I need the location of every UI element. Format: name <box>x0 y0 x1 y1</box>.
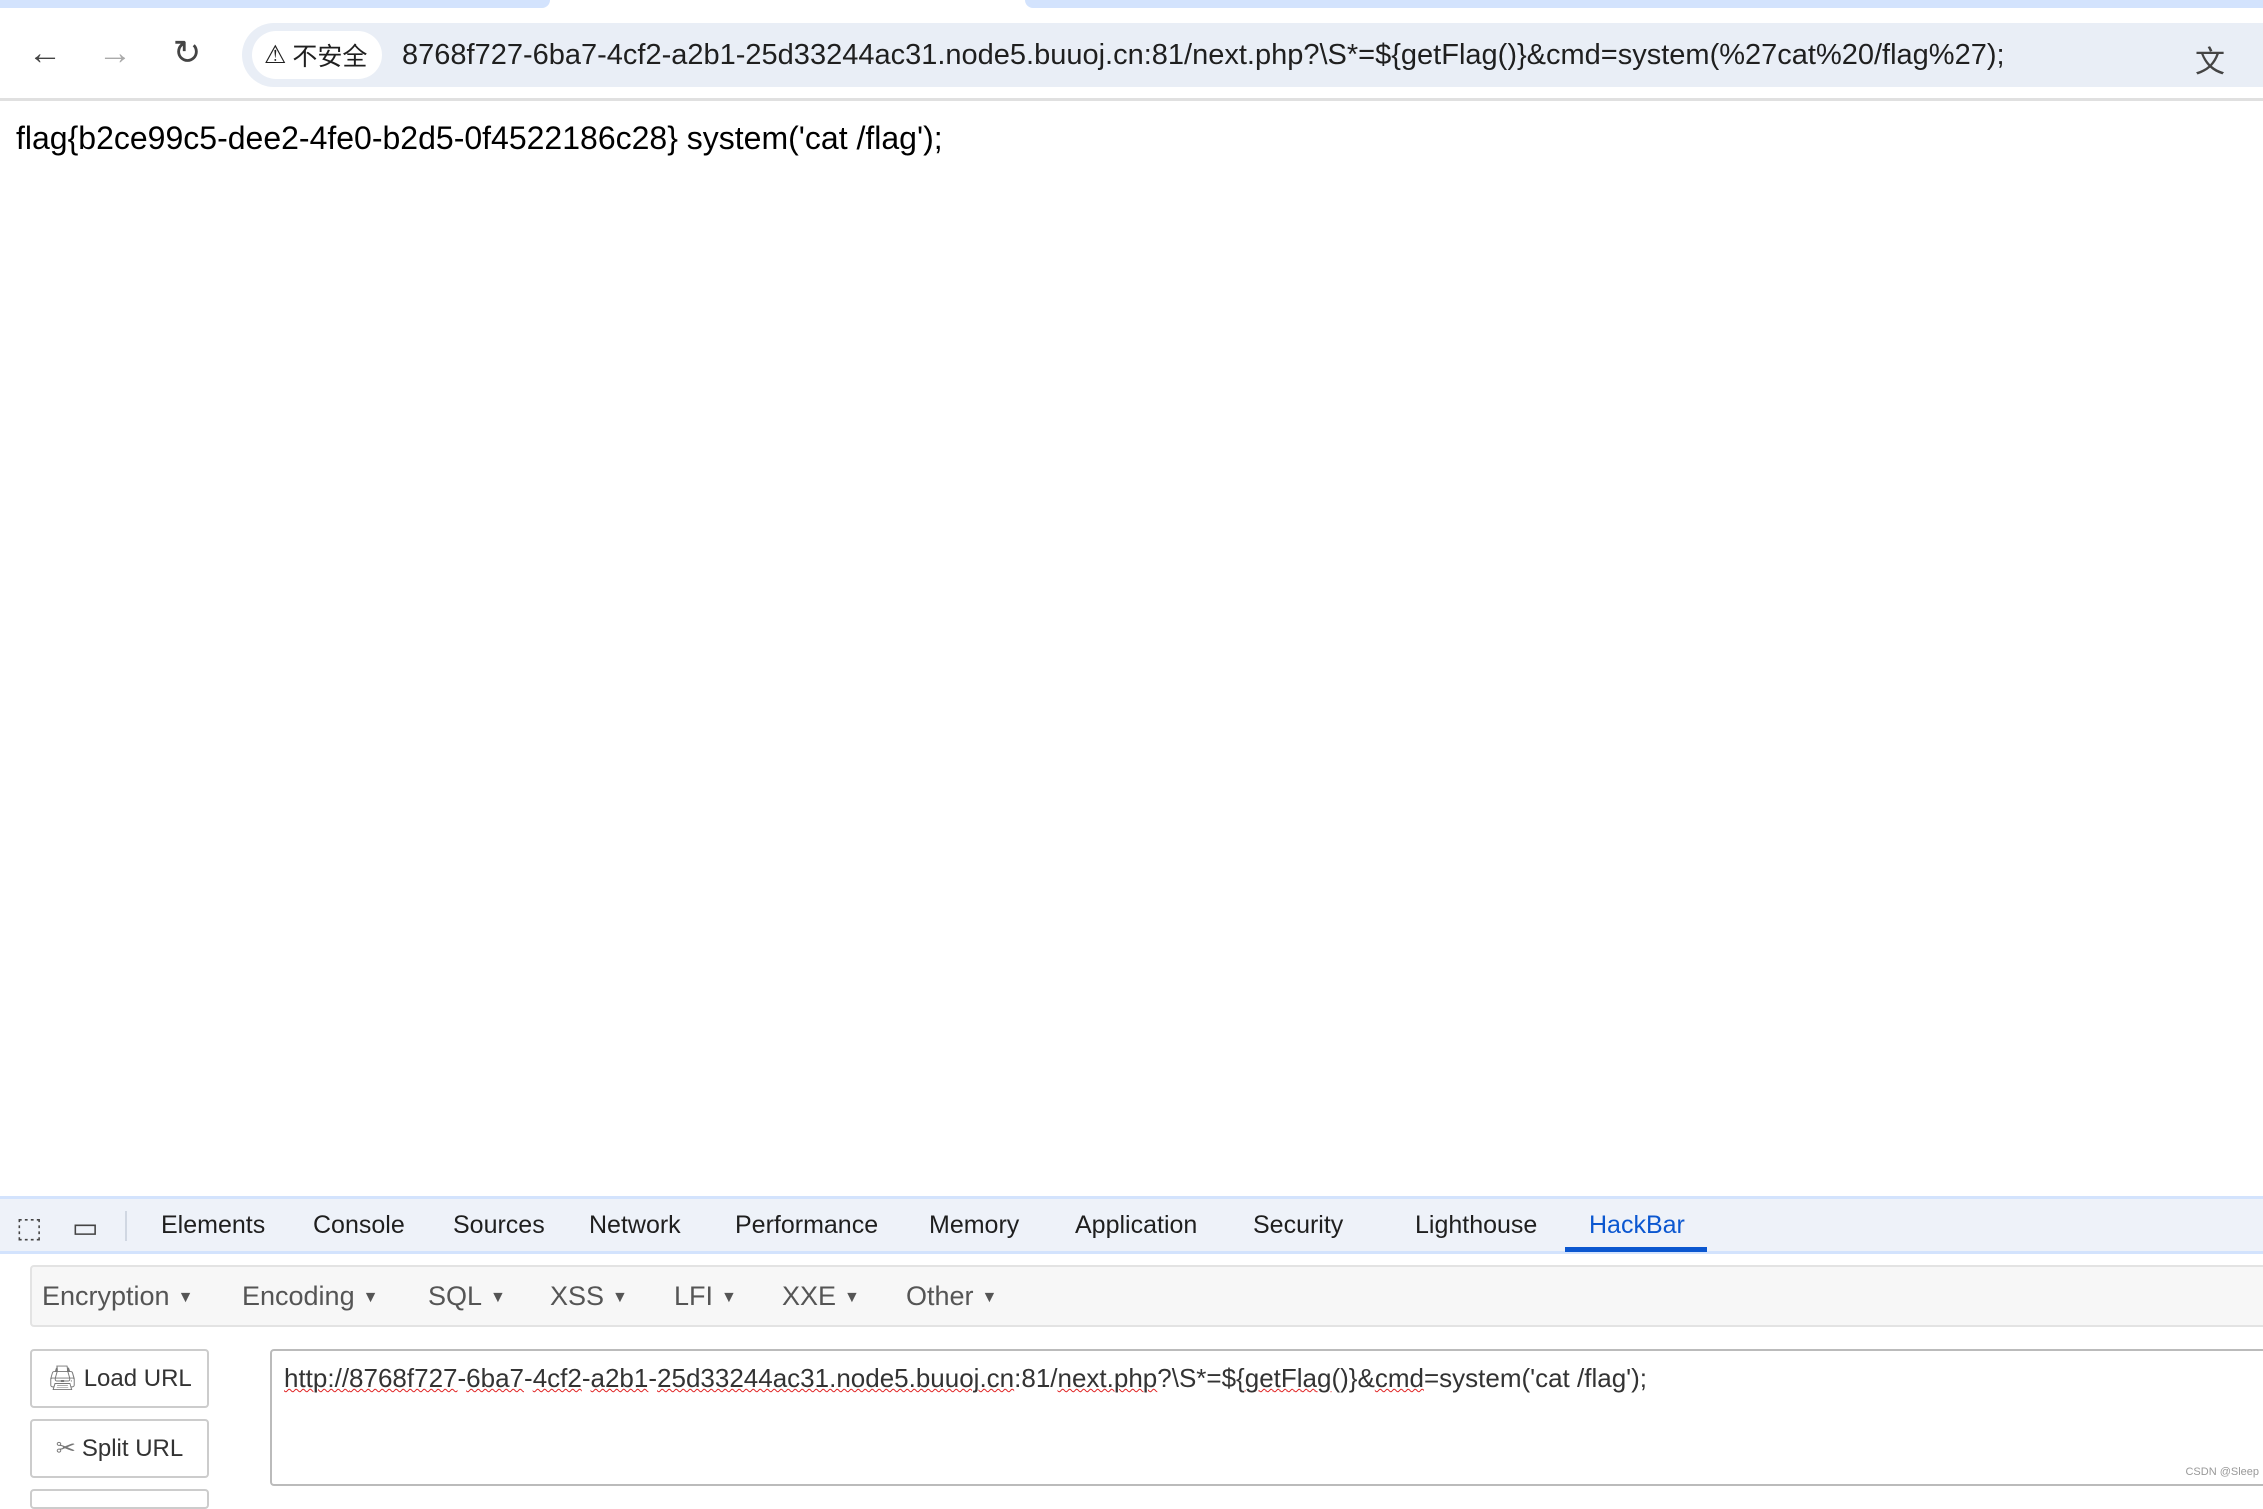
tab-hackbar[interactable]: HackBar <box>1589 1211 1685 1240</box>
hackbar-menu-bar: Encryption ▼ Encoding ▼ SQL ▼ XSS ▼ LFI ▼ XXE… <box>30 1265 2263 1327</box>
url-textarea-value: http://8768f727-6ba7-4cf2-a2b1-25d33244a… <box>284 1363 1647 1394</box>
url-part: 6ba7 <box>466 1363 525 1393</box>
load-icon: 🖨 <box>47 1365 78 1392</box>
split-url-button[interactable]: ✂ Split URL <box>30 1419 209 1478</box>
url-part: next.php <box>1057 1363 1158 1393</box>
url-part: - <box>457 1363 467 1393</box>
devtools-tab-bar: ⬚ ▭ Elements Console Sources Network Per… <box>0 1199 2263 1254</box>
tab-memory[interactable]: Memory <box>929 1211 1019 1240</box>
caret-down-icon: ▼ <box>981 1288 998 1306</box>
url-part: :81/ <box>1014 1363 1058 1393</box>
url-part: - <box>648 1363 658 1393</box>
tab-sources[interactable]: Sources <box>453 1211 545 1240</box>
menu-sql[interactable]: SQL ▼ <box>428 1281 506 1312</box>
menu-other[interactable]: Other ▼ <box>906 1281 997 1312</box>
forward-icon[interactable]: → <box>95 33 135 73</box>
inspect-element-icon[interactable]: ⬚ <box>16 1211 42 1244</box>
url-part: http:// <box>284 1363 350 1393</box>
device-toolbar-icon[interactable]: ▭ <box>72 1211 98 1244</box>
url-part: 8768f727 <box>349 1363 458 1393</box>
url-part: - <box>581 1363 591 1393</box>
url-part: =system('cat /flag'); <box>1423 1363 1647 1393</box>
devtools-panel: ⬚ ▭ Elements Console Sources Network Per… <box>0 1196 2263 1509</box>
menu-label: Encryption <box>42 1281 170 1311</box>
translate-icon[interactable]: 文 <box>2195 37 2225 81</box>
menu-label: Encoding <box>242 1281 355 1311</box>
tab-security[interactable]: Security <box>1253 1211 1343 1240</box>
url-part: - <box>524 1363 533 1393</box>
url-part: 25d33244ac31.node5.buuoj.cn <box>657 1363 1015 1393</box>
address-text[interactable]: 8768f727-6ba7-4cf2-a2b1-25d33244ac31.nod… <box>402 39 2005 72</box>
browser-toolbar: ← → ↻ ⚠ 不安全 8768f727-6ba7-4cf2-a2b1-25d3… <box>0 8 2263 101</box>
url-part: ?\S*=${ <box>1157 1363 1245 1393</box>
tab-application[interactable]: Application <box>1075 1211 1197 1240</box>
menu-label: XSS <box>550 1281 605 1311</box>
security-chip[interactable]: ⚠ 不安全 <box>252 31 382 79</box>
url-part: a2b1 <box>590 1363 649 1393</box>
split-url-label: Split URL <box>81 1434 184 1462</box>
caret-down-icon: ▼ <box>362 1288 379 1306</box>
page-output-text: flag{b2ce99c5-dee2-4fe0-b2d5-0f4522186c2… <box>16 120 943 156</box>
caret-down-icon: ▼ <box>177 1288 194 1306</box>
tab-elements[interactable]: Elements <box>161 1211 265 1240</box>
address-bar[interactable]: ⚠ 不安全 8768f727-6ba7-4cf2-a2b1-25d33244ac… <box>242 23 2263 87</box>
url-part: getFlag <box>1244 1363 1332 1393</box>
menu-xss[interactable]: XSS ▼ <box>550 1281 628 1312</box>
url-part: cmd <box>1374 1363 1424 1393</box>
caret-down-icon: ▼ <box>490 1288 506 1306</box>
warning-icon: ⚠ <box>264 41 287 69</box>
menu-label: Other <box>906 1281 974 1311</box>
load-url-label: Load URL <box>83 1364 192 1392</box>
url-textarea[interactable]: http://8768f727-6ba7-4cf2-a2b1-25d33244a… <box>270 1349 2263 1486</box>
url-part: ()}& <box>1331 1363 1375 1393</box>
active-tab-indicator <box>1565 1247 1707 1252</box>
url-part: 4cf2 <box>532 1363 582 1393</box>
menu-label: XXE <box>782 1281 837 1311</box>
tab-console[interactable]: Console <box>313 1211 405 1240</box>
back-icon[interactable]: ← <box>25 33 65 73</box>
divider <box>125 1211 127 1241</box>
menu-lfi[interactable]: LFI ▼ <box>674 1281 737 1312</box>
menu-encryption[interactable]: Encryption ▼ <box>42 1281 193 1312</box>
menu-label: LFI <box>674 1281 714 1311</box>
menu-xxe[interactable]: XXE ▼ <box>782 1281 860 1312</box>
security-label: 不安全 <box>292 43 368 71</box>
menu-encoding[interactable]: Encoding ▼ <box>242 1281 378 1312</box>
caret-down-icon: ▼ <box>721 1288 737 1306</box>
tab-network[interactable]: Network <box>589 1211 681 1240</box>
watermark: CSDN @Sleep <box>2185 1466 2259 1478</box>
caret-down-icon: ▼ <box>612 1288 628 1306</box>
load-url-button[interactable]: 🖨 Load URL <box>30 1349 209 1408</box>
inactive-tab-right[interactable] <box>1025 0 2263 8</box>
execute-button[interactable] <box>30 1489 209 1509</box>
scissors-icon: ✂ <box>55 1435 76 1462</box>
reload-icon[interactable]: ↻ <box>167 33 207 73</box>
tab-lighthouse[interactable]: Lighthouse <box>1415 1211 1537 1240</box>
tab-performance[interactable]: Performance <box>735 1211 878 1240</box>
caret-down-icon: ▼ <box>844 1288 860 1306</box>
menu-label: SQL <box>428 1281 483 1311</box>
inactive-tab-left[interactable] <box>0 0 550 8</box>
